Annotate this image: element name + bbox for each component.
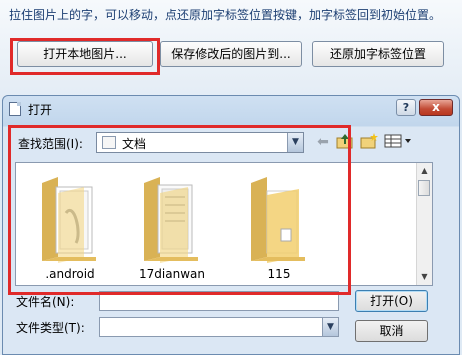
file-item-android[interactable]: .android	[22, 169, 118, 284]
folder-with-document-icon	[251, 177, 305, 263]
reset-label-position-button[interactable]: 还原加字标签位置	[312, 41, 444, 67]
view-menu-icon[interactable]	[384, 132, 414, 152]
file-name-label: 文件名(N):	[16, 295, 75, 309]
chevron-down-icon[interactable]: ▼	[287, 133, 303, 152]
look-in-dropdown[interactable]: 文档 ▼	[96, 132, 304, 153]
file-type-dropdown[interactable]: ▼	[99, 317, 339, 337]
scrollbar-thumb[interactable]	[418, 180, 430, 196]
file-type-label: 文件类型(T):	[16, 321, 85, 335]
look-in-label: 查找范围(I):	[18, 137, 83, 151]
open-button[interactable]: 打开(O)	[355, 290, 428, 312]
help-icon[interactable]: ?	[396, 99, 416, 116]
folder-with-documents-icon	[144, 177, 198, 263]
scroll-up-icon[interactable]: ▲	[417, 163, 432, 179]
up-folder-icon[interactable]	[336, 132, 354, 152]
dialog-titlebar[interactable]: 打开 ? x	[3, 96, 459, 122]
scroll-down-icon[interactable]: ▼	[417, 269, 432, 285]
new-folder-icon[interactable]	[360, 132, 378, 152]
vertical-scrollbar[interactable]: ▲ ▼	[416, 163, 432, 285]
file-name: .android	[45, 267, 95, 281]
chevron-down-icon[interactable]: ▼	[322, 318, 338, 336]
back-arrow-icon[interactable]: ⬅	[315, 132, 331, 152]
save-image-to-button[interactable]: 保存修改后的图片到...	[160, 41, 302, 67]
open-local-image-button[interactable]: 打开本地图片...	[17, 41, 153, 67]
close-icon[interactable]: x	[419, 99, 453, 116]
file-item-17dianwan[interactable]: 17dianwan	[124, 169, 220, 284]
background-app-panel: 拉住图片上的字，可以移动，点还原加字标签位置按键，加字标签回到初始位置。 打开本…	[0, 0, 462, 100]
instruction-text: 拉住图片上的字，可以移动，点还原加字标签位置按键，加字标签回到初始位置。	[9, 8, 442, 22]
documents-folder-icon	[102, 136, 116, 149]
file-name: 115	[267, 267, 291, 281]
file-list-view[interactable]: .android 17dianwan 115 ▲ ▼	[15, 162, 433, 286]
dialog-title: 打开	[28, 103, 53, 117]
file-name: 17dianwan	[139, 267, 205, 281]
look-in-value: 文档	[122, 137, 147, 151]
dialog-document-icon	[9, 102, 21, 116]
file-name-input[interactable]	[99, 291, 339, 311]
folder-with-documents-icon	[42, 177, 96, 263]
file-item-115[interactable]: 115	[231, 169, 327, 284]
open-file-dialog: 打开 ? x 查找范围(I): 文档 ▼ ⬅ .android 17dianwa…	[2, 95, 460, 355]
cancel-button[interactable]: 取消	[355, 320, 428, 342]
